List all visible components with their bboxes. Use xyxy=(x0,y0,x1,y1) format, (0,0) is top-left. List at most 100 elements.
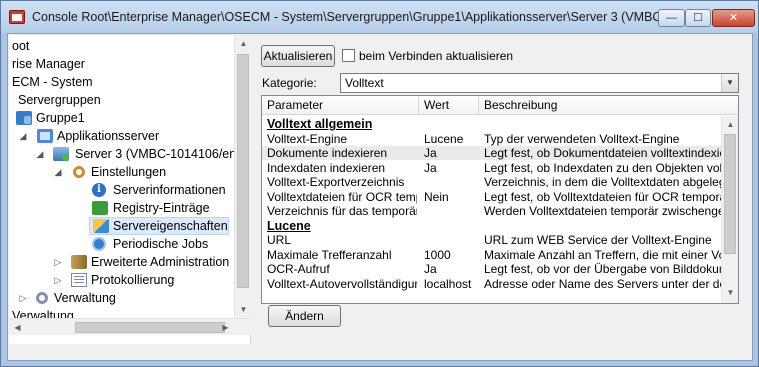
parameter-cell: Volltextdateien für OCR tempor... xyxy=(267,189,417,204)
change-button[interactable]: Ändern xyxy=(268,305,341,327)
parameter-cell: OCR-Aufruf xyxy=(267,262,330,276)
parameter-cell: Volltext-Autovervollständigun xyxy=(267,276,417,291)
column-header-beschreibung[interactable]: Beschreibung xyxy=(479,96,738,115)
registry-icon xyxy=(92,201,108,215)
description-cell: Typ der verwendeten Volltext-Engine xyxy=(484,131,680,146)
expand-arrow-icon[interactable]: ▷ xyxy=(18,289,28,307)
collapse-arrow-icon[interactable]: ◢ xyxy=(18,127,28,145)
scroll-up-icon[interactable]: ▲ xyxy=(722,116,738,133)
tree-item-label: Servergruppen xyxy=(18,93,101,107)
parameter-grid[interactable]: Parameter Wert Beschreibung Volltext all… xyxy=(261,95,739,304)
minimize-button[interactable]: — xyxy=(658,9,685,27)
tree-item-label: oot xyxy=(12,39,30,53)
value-cell: Lucene xyxy=(424,131,464,146)
scroll-down-icon[interactable]: ▼ xyxy=(235,301,252,318)
tree-item-applikationsserver[interactable]: ◢ Applikationsserver xyxy=(18,127,178,145)
expand-arrow-icon[interactable]: ▷ xyxy=(53,271,63,289)
value-cell: 1000 xyxy=(424,247,451,262)
scrollbar-thumb[interactable] xyxy=(724,134,736,254)
description-cell: Legt fest, ob Dokumentdateien volltextin… xyxy=(484,146,721,160)
tree-item-gruppe1[interactable]: Gruppe1 xyxy=(16,109,116,127)
window: Console Root\Enterprise Manager\OSECM - … xyxy=(0,0,759,367)
tree-item-label: Serverinformationen xyxy=(113,183,226,197)
table-row[interactable]: OCR-Aufruf Ja Legt fest, ob vor der Überga… xyxy=(262,262,721,276)
section-header[interactable]: Volltext allgemein xyxy=(262,117,721,131)
collapse-arrow-icon[interactable]: ◢ xyxy=(35,145,45,163)
chevron-down-icon[interactable]: ▼ xyxy=(721,74,738,92)
parameter-cell: Maximale Trefferanzahl xyxy=(267,247,392,262)
tree-vertical-scrollbar[interactable]: ▲ ▼ xyxy=(234,35,251,318)
table-row[interactable]: Volltext-Autovervollständigun localhost Ad… xyxy=(262,277,721,291)
table-row[interactable]: Volltext-Engine Lucene Typ der verwendeten… xyxy=(262,132,721,146)
tree-item-label: ECM - System xyxy=(12,75,93,89)
scroll-up-icon[interactable]: ▲ xyxy=(235,35,252,52)
tree-horizontal-scrollbar[interactable]: ◀ ▶ xyxy=(9,318,251,335)
description-cell: Legt fest, ob Indexdaten zu den Objekten… xyxy=(484,160,721,175)
tree-item-periodische-jobs[interactable]: Periodische Jobs xyxy=(89,235,239,253)
title-bar[interactable]: Console Root\Enterprise Manager\OSECM - … xyxy=(1,1,758,33)
maximize-button[interactable]: ☐ xyxy=(685,9,711,27)
description-cell: URL zum WEB Service der Volltext-Engine xyxy=(484,233,712,247)
tree-item-label: Verwaltung xyxy=(54,291,116,305)
tree-item-verwaltung[interactable]: ▷ Verwaltung xyxy=(18,289,148,307)
console-app-icon xyxy=(9,10,25,24)
tree-item-erweiterte-administration[interactable]: ▷ Erweiterte Administration xyxy=(53,253,250,271)
tree-item-label: Servereigenschaften xyxy=(113,219,228,233)
category-label: Kategorie: xyxy=(262,76,317,90)
tree-item-server-3[interactable]: ◢ Server 3 (VMBC-1014106/enai xyxy=(35,145,250,163)
description-cell: Legt fest, ob Volltextdateien für OCR te… xyxy=(484,189,721,204)
window-title: Console Root\Enterprise Manager\OSECM - … xyxy=(32,10,683,24)
tree-item-servereigenschaften[interactable]: Servereigenschaften xyxy=(89,217,229,235)
settings-gear-icon xyxy=(71,165,87,179)
section-title: Lucene xyxy=(267,218,311,233)
navigation-tree[interactable]: oot rise Manager ECM - System Servergrup… xyxy=(9,35,251,344)
value-cell: Ja xyxy=(424,146,437,160)
tree-item-registry-eintraege[interactable]: Registry-Einträge xyxy=(89,199,239,217)
auto-refresh-checkbox[interactable] xyxy=(342,49,355,62)
table-row[interactable]: Volltextdateien für OCR tempor... Nein Leg… xyxy=(262,190,721,204)
refresh-button[interactable]: Aktualisieren xyxy=(261,45,335,67)
scroll-down-icon[interactable]: ▼ xyxy=(722,284,738,301)
application-server-icon xyxy=(37,129,53,143)
column-header-wert[interactable]: Wert xyxy=(419,96,479,115)
tree-item-label: Protokollierung xyxy=(91,273,175,287)
category-select[interactable]: Volltext ▼ xyxy=(340,73,739,93)
tree-item-einstellungen[interactable]: ◢ Einstellungen xyxy=(53,163,183,181)
scroll-left-icon[interactable]: ◀ xyxy=(9,319,26,336)
advanced-admin-icon xyxy=(71,255,87,269)
scrollbar-thumb[interactable] xyxy=(75,322,225,333)
table-row[interactable]: Maximale Trefferanzahl 1000 Maximale Anzah… xyxy=(262,248,721,262)
tree-item-label: Registry-Einträge xyxy=(113,201,210,215)
table-row[interactable]: Dokumente indexieren Ja Legt fest, ob Doku… xyxy=(262,146,721,160)
scrollbar-thumb[interactable] xyxy=(237,54,249,288)
gear-icon xyxy=(34,291,50,305)
table-row[interactable]: Verzeichnis für das temporäre... Werden V… xyxy=(262,204,721,218)
description-cell: Maximale Anzahl an Treffern, die mit ein… xyxy=(484,247,721,262)
auto-refresh-label: beim Verbinden aktualisieren xyxy=(359,49,514,63)
parameter-cell: Volltext-Exportverzeichnis xyxy=(267,175,405,189)
table-row[interactable]: Indexdaten indexieren Ja Legt fest, ob Ind… xyxy=(262,161,721,175)
tree-item-serverinformationen[interactable]: Serverinformationen xyxy=(89,181,239,199)
tree-item-servergruppen[interactable]: Servergruppen xyxy=(18,91,118,109)
properties-pane: Aktualisieren beim Verbinden aktualisier… xyxy=(258,35,752,359)
column-header-parameter[interactable]: Parameter xyxy=(262,96,419,115)
scroll-right-icon[interactable]: ▶ xyxy=(217,319,234,336)
properties-icon xyxy=(93,219,109,233)
collapse-arrow-icon[interactable]: ◢ xyxy=(53,163,63,181)
tree-item-label: Server 3 (VMBC-1014106/enai xyxy=(75,147,246,161)
section-header[interactable]: Lucene xyxy=(262,219,721,233)
table-row[interactable]: Volltext-Exportverzeichnis Verzeichnis, i… xyxy=(262,175,721,189)
grid-vertical-scrollbar[interactable]: ▲ ▼ xyxy=(721,116,738,303)
tree-item-label: rise Manager xyxy=(12,57,85,71)
tree-item-protokollierung[interactable]: ▷ Protokollierung xyxy=(53,271,203,289)
tree-item-label: Erweiterte Administration xyxy=(91,255,230,269)
table-row[interactable]: URL URL zum WEB Service der Volltext-Engi… xyxy=(262,233,721,247)
parameter-cell: Volltext-Engine xyxy=(267,131,348,146)
value-cell: Nein xyxy=(424,189,449,204)
category-value: Volltext xyxy=(345,76,384,90)
description-cell: Verzeichnis, in dem die Volltextdaten ab… xyxy=(484,175,721,189)
description-cell: Adresse oder Name des Servers unter der … xyxy=(484,276,721,291)
expand-arrow-icon[interactable]: ▷ xyxy=(53,253,63,271)
log-icon xyxy=(71,273,87,287)
close-button[interactable]: ✕ xyxy=(712,9,755,27)
